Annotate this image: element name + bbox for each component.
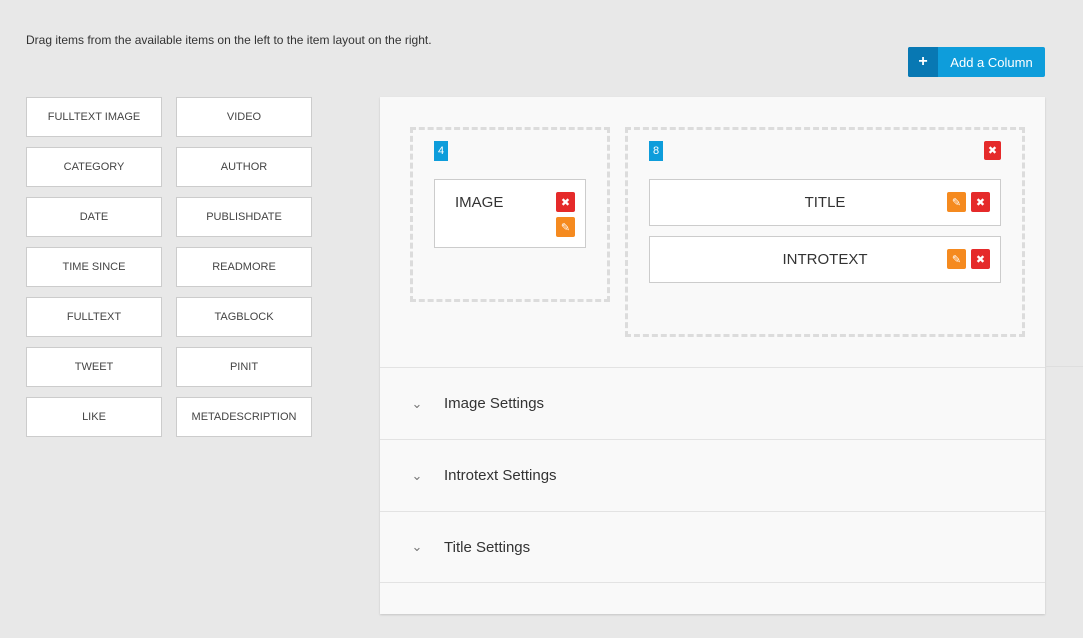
remove-item-icon[interactable]: ✖	[556, 192, 575, 212]
palette-item-fulltext-image[interactable]: FULLTEXT IMAGE	[26, 97, 162, 137]
palette-item-category[interactable]: CATEGORY	[26, 147, 162, 187]
layout-column-8[interactable]: 8 ✖ TITLE ✎ ✖ INTROTEXT ✎ ✖	[625, 127, 1025, 337]
edit-item-icon[interactable]: ✎	[556, 217, 575, 237]
palette-item-date[interactable]: DATE	[26, 197, 162, 237]
layout-column-4[interactable]: 4 IMAGE ✖ ✎	[410, 127, 610, 302]
remove-item-icon[interactable]: ✖	[971, 192, 990, 212]
add-column-label: Add a Column	[950, 54, 1033, 70]
palette-item-pinit[interactable]: PINIT	[176, 347, 312, 387]
palette-item-publishdate[interactable]: PUBLISHDATE	[176, 197, 312, 237]
layout-item-label: IMAGE	[455, 194, 504, 211]
palette-item-time-since[interactable]: TIME SINCE	[26, 247, 162, 287]
palette-item-readmore[interactable]: READMORE	[176, 247, 312, 287]
palette-item-tweet[interactable]: TWEET	[26, 347, 162, 387]
title-settings-toggle[interactable]: ⌄ Title Settings	[380, 511, 1045, 583]
chevron-down-icon: ⌄	[411, 539, 423, 554]
plus-icon: +	[908, 47, 938, 77]
palette-item-author[interactable]: AUTHOR	[176, 147, 312, 187]
column-size-badge: 4	[434, 141, 448, 161]
add-column-button[interactable]: + Add a Column	[908, 47, 1045, 77]
divider	[1045, 366, 1083, 367]
settings-label: Title Settings	[444, 538, 531, 556]
layout-item-image[interactable]: IMAGE ✖ ✎	[434, 179, 586, 248]
chevron-down-icon: ⌄	[411, 467, 423, 483]
edit-item-icon[interactable]: ✎	[947, 249, 966, 269]
palette-item-fulltext[interactable]: FULLTEXT	[26, 297, 162, 337]
column-size-badge: 8	[649, 141, 663, 161]
available-items-palette: FULLTEXT IMAGE VIDEO CATEGORY AUTHOR DAT…	[26, 97, 312, 437]
remove-item-icon[interactable]: ✖	[971, 249, 990, 269]
edit-item-icon[interactable]: ✎	[947, 192, 966, 212]
layout-drop-area: 4 IMAGE ✖ ✎ 8 ✖ TITLE ✎ ✖ INTROTEXT ✎ ✖	[380, 97, 1045, 367]
layout-item-title[interactable]: TITLE ✎ ✖	[649, 179, 1001, 226]
palette-item-video[interactable]: VIDEO	[176, 97, 312, 137]
settings-label: Introtext Settings	[444, 467, 557, 484]
palette-item-tagblock[interactable]: TAGBLOCK	[176, 297, 312, 337]
palette-item-like[interactable]: LIKE	[26, 397, 162, 437]
introtext-settings-toggle[interactable]: ⌄ Introtext Settings	[380, 439, 1045, 511]
layout-item-introtext[interactable]: INTROTEXT ✎ ✖	[649, 236, 1001, 283]
image-settings-toggle[interactable]: ⌄ Image Settings	[380, 367, 1045, 439]
remove-column-icon[interactable]: ✖	[984, 141, 1001, 160]
item-layout-panel: 4 IMAGE ✖ ✎ 8 ✖ TITLE ✎ ✖ INTROTEXT ✎ ✖ …	[380, 97, 1045, 614]
settings-label: Image Settings	[444, 395, 545, 412]
palette-item-metadescription[interactable]: METADESCRIPTION	[176, 397, 312, 437]
instructions-text: Drag items from the available items on t…	[26, 33, 432, 47]
chevron-down-icon: ⌄	[411, 395, 423, 411]
